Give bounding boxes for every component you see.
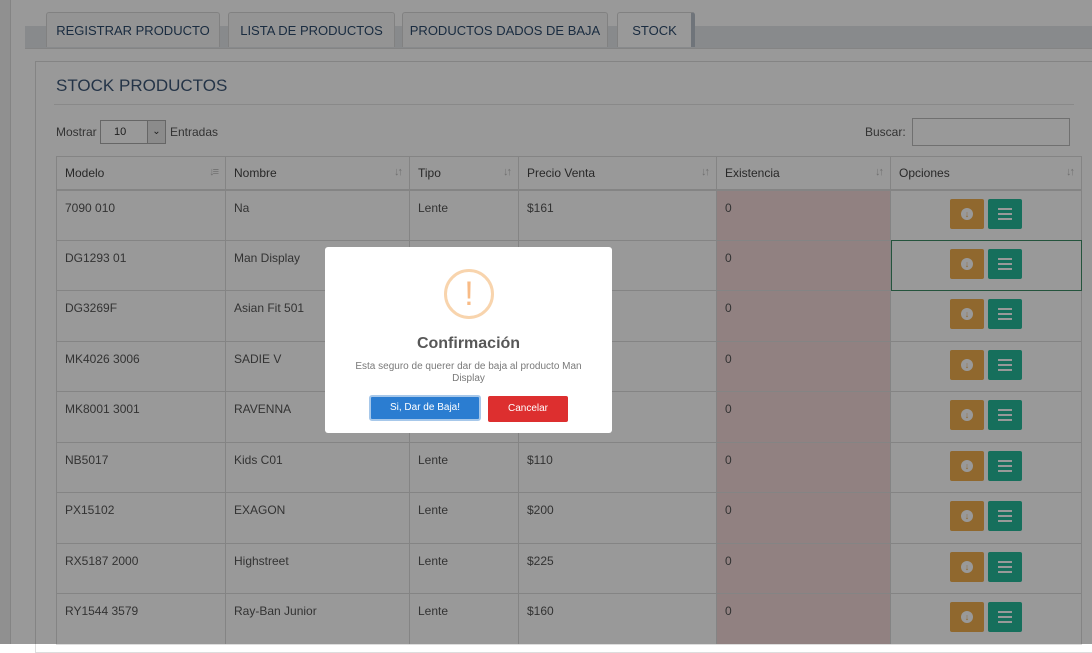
cancel-button[interactable]: Cancelar [488, 396, 568, 422]
confirm-dialog: ! Confirmación Esta seguro de querer dar… [325, 247, 612, 433]
warning-icon: ! [444, 269, 494, 319]
confirm-baja-button[interactable]: Si, Dar de Baja! [369, 395, 481, 421]
dialog-message: Esta seguro de querer dar de baja al pro… [355, 361, 582, 384]
dialog-title: Confirmación [416, 335, 521, 352]
